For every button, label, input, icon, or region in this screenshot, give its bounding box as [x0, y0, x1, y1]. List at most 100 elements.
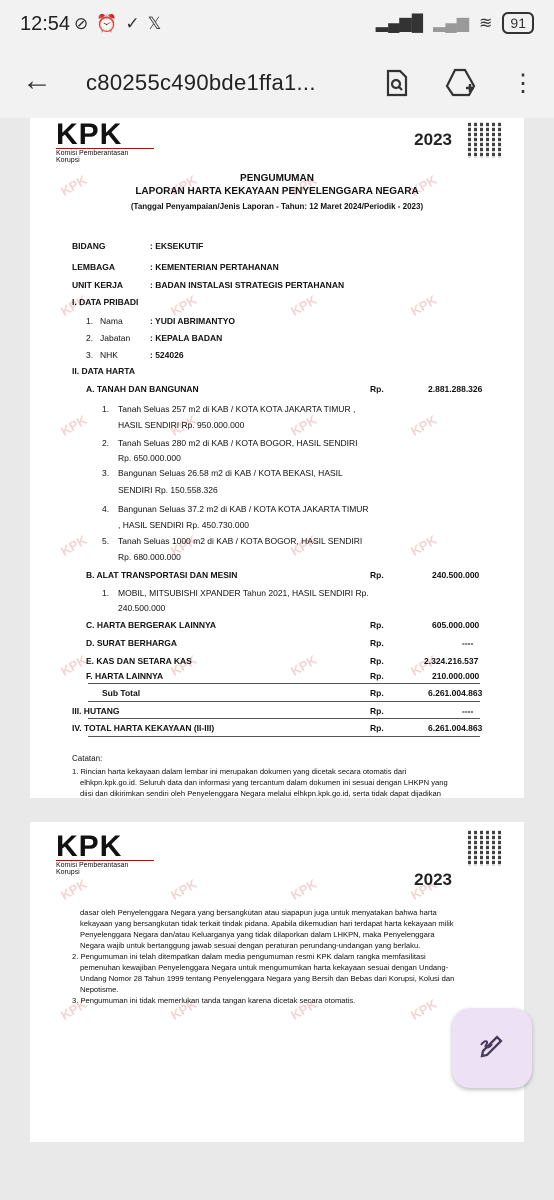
section-data-pribadi: I. DATA PRIBADI	[72, 297, 139, 307]
arrow-back-icon[interactable]: ←	[22, 64, 52, 98]
asset-no: 2.	[102, 438, 110, 448]
asset-line: HASIL SENDIRI Rp. 950.000.000	[118, 420, 245, 430]
search-doc-icon[interactable]	[380, 66, 414, 100]
catatan-line: diisi dan dikirimkan sendiri oleh Penyel…	[80, 789, 441, 798]
status-notification-icons: ⊘ ⏰ ✓ 𝕏	[74, 14, 161, 34]
harta-d-label: D. SURAT BERHARGA	[86, 638, 177, 648]
info-value: : EKSEKUTIF	[150, 241, 204, 251]
note-line: dasar oleh Penyelenggara Negara yang ber…	[80, 908, 437, 917]
harta-b-rp: Rp.	[370, 570, 384, 580]
note-line: Penyelenggara Negara dan/atau Keluargany…	[80, 930, 435, 939]
harta-a-value: 2.881.288.326	[428, 384, 483, 394]
row-no: 3.	[86, 350, 94, 360]
hutang-value: ----	[462, 706, 474, 716]
info-value: : KEMENTERIAN PERTAHANAN	[150, 262, 279, 272]
harta-b-value: 240.500.000	[432, 570, 480, 580]
rp-label: Rp.	[370, 620, 384, 630]
report-year: 2023	[414, 870, 452, 889]
divider	[88, 718, 480, 719]
heading-line-3: (Tanggal Penyampaian/Jenis Laporan - Tah…	[130, 202, 424, 211]
row-value: : KEPALA BADAN	[150, 333, 223, 343]
asset-line: Tanah Seluas 257 m2 di KAB / KOTA KOTA J…	[118, 404, 356, 414]
harta-e-label: E. KAS DAN SETARA KAS	[86, 656, 192, 666]
drive-add-icon[interactable]	[444, 66, 478, 100]
asset-line: , HASIL SENDIRI Rp. 450.730.000	[118, 520, 250, 530]
rp-label: Rp.	[370, 723, 384, 733]
note-line: 2. Pengumuman ini telah ditempatkan dala…	[72, 952, 426, 961]
file-name: c80255c490bde1ffa1...	[86, 70, 316, 95]
note-line: Negara wajib untuk bertanggung jawab ses…	[80, 941, 421, 950]
signal-icon: ▂▄▆█	[375, 15, 424, 32]
row-label: Nama	[100, 316, 123, 326]
catatan-line: elhkpn.kpk.go.id. Seluruh data dan infor…	[80, 778, 448, 787]
note-line: pemenuhan kewajiban Penyelenggara Negara…	[80, 963, 449, 972]
note-line: Nepotisme.	[80, 985, 119, 994]
asset-line: Bangunan Seluas 37.2 m2 di KAB / KOTA KO…	[118, 504, 369, 514]
kpk-logo-text: KPK	[56, 830, 123, 863]
row-value: : 524026	[150, 350, 184, 360]
section-data-harta: II. DATA HARTA	[72, 366, 135, 376]
asset-line: Tanah Seluas 280 m2 di KAB / KOTA BOGOR,…	[118, 438, 358, 448]
rp-label: Rp.	[370, 688, 384, 698]
asset-no: 5.	[102, 536, 110, 546]
hutang-label: III. HUTANG	[72, 706, 120, 716]
asset-line: SENDIRI Rp. 150.558.326	[118, 485, 218, 495]
catatan-line: 1. Rincian harta kekayaan dalam lembar i…	[72, 767, 407, 776]
pdf-page-1: KPK KPK KPK KPK KPK KPK KPK KPK KPK KPK KPK KPK K…	[30, 118, 524, 798]
asset-no: 3.	[102, 468, 110, 478]
note-line: Undang Nomor 28 Tahun 1999 tentang Penye…	[80, 974, 455, 983]
harta-c-label: C. HARTA BERGERAK LAINNYA	[86, 620, 217, 630]
edit-sign-icon	[477, 1029, 507, 1067]
total-value: 6.261.004.863	[428, 723, 483, 733]
check-icon: ✓	[125, 14, 140, 33]
harta-e-value: 2.324.216.537	[424, 656, 479, 666]
alarm-icon: ⏰	[96, 14, 118, 33]
report-year: 2023	[414, 130, 452, 149]
info-label: UNIT KERJA	[72, 280, 124, 290]
asset-line: 240.500.000	[118, 603, 166, 613]
dnd-off-icon: ⊘	[74, 14, 89, 33]
system-nav-bar	[0, 1150, 554, 1200]
status-time: 12:54	[20, 13, 71, 35]
harta-f-label: F. HARTA LAINNYA	[86, 671, 164, 681]
kpk-logo: KPK Komisi Pemberantasan Korupsi	[56, 118, 154, 164]
row-no: 1.	[86, 316, 94, 326]
harta-d-value: ----	[462, 638, 474, 648]
kpk-logo-subtitle: Komisi Pemberantasan Korupsi	[56, 148, 154, 164]
subtotal-value: 6.261.004.863	[428, 688, 483, 698]
asset-no: 1.	[102, 404, 110, 414]
asset-line: MOBIL, MITSUBISHI XPANDER Tahun 2021, HA…	[118, 588, 369, 598]
more-vert-icon[interactable]: ⋮	[506, 66, 540, 100]
edit-sign-button[interactable]	[452, 1008, 532, 1088]
info-label: LEMBAGA	[72, 262, 115, 272]
row-value: : YUDI ABRIMANTYO	[150, 316, 236, 326]
qr-code-icon	[468, 830, 504, 866]
asset-line: Tanah Seluas 1000 m2 di KAB / KOTA BOGOR…	[118, 536, 363, 546]
harta-a-rp: Rp.	[370, 384, 384, 394]
row-label: NHK	[100, 350, 118, 360]
harta-a-label: A. TANAH DAN BANGUNAN	[86, 384, 199, 394]
note-line: 3. Pengumuman ini tidak memerlukan tanda…	[72, 996, 356, 1005]
wifi-icon: ≋	[479, 15, 493, 32]
status-bar: 12:54 ⊘ ⏰ ✓ 𝕏 ▂▄▆█ ▂▄▆ ≋ 91	[0, 0, 554, 48]
catatan-title: Catatan:	[72, 754, 103, 763]
asset-no: 4.	[102, 504, 110, 514]
info-value: : BADAN INSTALASI STRATEGIS PERTAHANAN	[150, 280, 345, 290]
x-logo-icon: 𝕏	[147, 14, 162, 33]
subtotal-label: Sub Total	[102, 688, 141, 698]
asset-line: Bangunan Seluas 26.58 m2 di KAB / KOTA B…	[118, 468, 343, 478]
asset-line: Rp. 650.000.000	[118, 453, 181, 463]
battery-icon: 91	[502, 12, 534, 34]
harta-c-value: 605.000.000	[432, 620, 480, 630]
total-label: IV. TOTAL HARTA KEKAYAAN (II-III)	[72, 723, 215, 733]
rp-label: Rp.	[370, 656, 384, 666]
rp-label: Rp.	[370, 638, 384, 648]
kpk-logo-subtitle: Komisi Pemberantasan Korupsi	[56, 860, 154, 876]
rp-label: Rp.	[370, 706, 384, 716]
harta-b-label: B. ALAT TRANSPORTASI DAN MESIN	[86, 570, 238, 580]
heading-line-1: PENGUMUMAN	[240, 173, 314, 184]
rp-label: Rp.	[370, 671, 384, 681]
pdf-page-2: KPK KPK KPK KPK KPK KPK KPK KPK KPK Komisi Pem…	[30, 822, 524, 1142]
row-no: 2.	[86, 333, 94, 343]
divider	[88, 683, 480, 684]
